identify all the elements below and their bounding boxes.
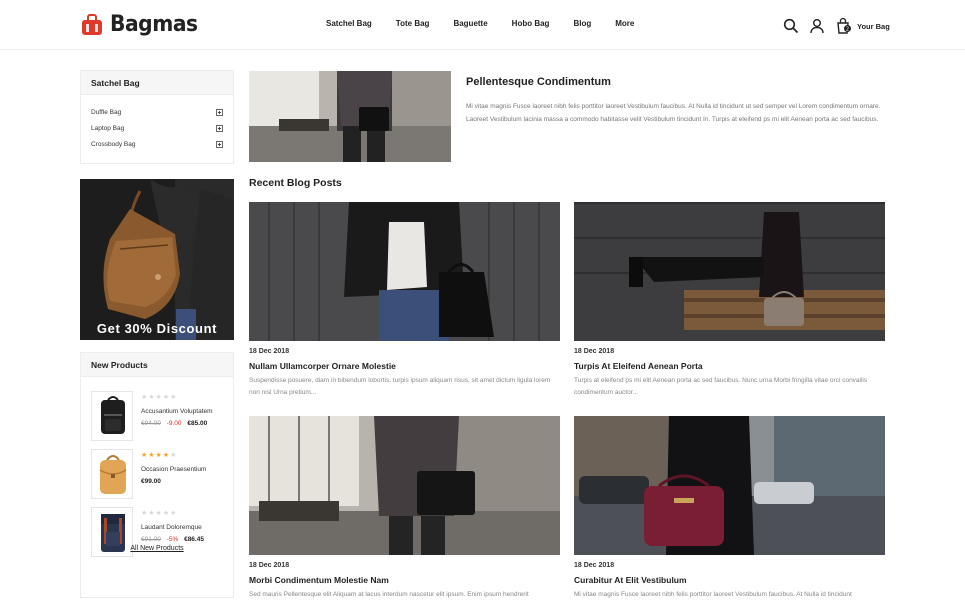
blog-post-image[interactable] xyxy=(249,416,560,555)
post-photo xyxy=(249,416,560,555)
blog-post-card: 18 Dec 2018 Morbi Condimentum Molestie N… xyxy=(249,416,560,600)
category-item-laptop-bag[interactable]: Laptop Bag xyxy=(81,121,233,137)
price-row: €99.00 xyxy=(141,478,225,485)
old-price: €91.00 xyxy=(141,536,161,543)
discount: -5% xyxy=(166,536,179,543)
price: €86.45 xyxy=(184,536,204,543)
featured-post-image[interactable] xyxy=(249,71,451,162)
blog-post-card: 18 Dec 2018 Turpis At Eleifend Aenean Po… xyxy=(574,202,885,399)
blog-post-image[interactable] xyxy=(574,202,885,341)
price: €99.00 xyxy=(141,478,161,485)
post-date: 18 Dec 2018 xyxy=(574,562,615,569)
nav-hobo-bag[interactable]: Hobo Bag xyxy=(512,19,550,28)
bag-logo-icon xyxy=(82,13,102,35)
product-item: ★★★★★ Occasion Praesentium €99.00 xyxy=(91,449,225,499)
nav-tote-bag[interactable]: Tote Bag xyxy=(396,19,430,28)
category-item-crossbody-bag[interactable]: Crossbody Bag xyxy=(81,137,233,153)
post-date: 18 Dec 2018 xyxy=(249,562,290,569)
rating-stars: ★★★★★ xyxy=(141,394,225,402)
nav-blog[interactable]: Blog xyxy=(573,19,591,28)
backpack-image xyxy=(101,396,125,434)
price: €85.00 xyxy=(187,420,208,427)
product-name[interactable]: Accusantium Voluptatem xyxy=(141,408,225,415)
nav-satchel-bag[interactable]: Satchel Bag xyxy=(326,19,372,28)
rating-stars: ★★★★★ xyxy=(141,452,225,460)
product-name[interactable]: Laudant Doloremque xyxy=(141,524,225,531)
expand-plus-icon[interactable] xyxy=(216,141,223,148)
cart-icon: 2 xyxy=(837,17,851,34)
post-title[interactable]: Curabitur At Elit Vestibulum xyxy=(574,575,885,585)
post-photo xyxy=(574,202,885,341)
post-title[interactable]: Nullam Ullamcorper Ornare Molestie xyxy=(249,361,560,371)
category-title: Satchel Bag xyxy=(81,71,233,95)
featured-photo xyxy=(249,71,451,162)
product-thumbnail[interactable] xyxy=(91,449,133,499)
new-products-title: New Products xyxy=(81,353,233,377)
category-label: Duffle Bag xyxy=(91,109,122,116)
site-header: Bagmas Satchel Bag Tote Bag Baguette Hob… xyxy=(0,0,965,50)
cart-label: Your Bag xyxy=(857,21,890,31)
star-icon: ★★★★★ xyxy=(141,394,178,401)
nav-more[interactable]: More xyxy=(615,19,634,28)
promo-text: Get 30% Discount xyxy=(96,321,218,336)
featured-post-text: Mi vitae magnis Fusce laoreet nibh felis… xyxy=(466,103,881,123)
category-panel: Satchel Bag Duffle Bag Laptop Bag Crossb… xyxy=(80,70,234,164)
category-label: Crossbody Bag xyxy=(91,141,136,148)
category-item-duffle-bag[interactable]: Duffle Bag xyxy=(81,105,233,121)
brand-name: Bagmas xyxy=(110,12,198,37)
new-products-panel: New Products ★★★★★ Accusantium Voluptate… xyxy=(80,352,234,598)
cart-button[interactable]: 2 Your Bag xyxy=(835,17,890,35)
user-icon[interactable] xyxy=(809,18,825,34)
recent-posts-title: Recent Blog Posts xyxy=(249,177,342,189)
category-label: Laptop Bag xyxy=(91,125,125,132)
logo[interactable]: Bagmas xyxy=(80,12,205,37)
star-icon: ★★★★★ xyxy=(141,510,178,517)
promo-bag-image xyxy=(80,179,234,340)
star-icon: ★ xyxy=(170,452,178,459)
blog-post-image[interactable] xyxy=(574,416,885,555)
post-date: 18 Dec 2018 xyxy=(249,348,290,355)
star-icon: ★★★★ xyxy=(141,452,171,459)
expand-plus-icon[interactable] xyxy=(216,125,223,132)
price-row: €94.00 -9.00 €85.00 xyxy=(141,420,225,427)
post-title[interactable]: Turpis At Eleifend Aenean Porta xyxy=(574,361,885,371)
search-icon[interactable] xyxy=(783,18,799,34)
expand-plus-icon[interactable] xyxy=(216,109,223,116)
post-excerpt: Suspendisse posuere, diam in bibendum lo… xyxy=(249,377,551,396)
post-excerpt: Turpis at eleifend ps mi elit Aenean por… xyxy=(574,377,868,396)
post-date: 18 Dec 2018 xyxy=(574,348,615,355)
header-actions: 2 Your Bag xyxy=(783,17,890,35)
main-nav: Satchel Bag Tote Bag Baguette Hobo Bag B… xyxy=(326,19,658,28)
rating-stars: ★★★★★ xyxy=(141,510,225,518)
post-title[interactable]: Morbi Condimentum Molestie Nam xyxy=(249,575,560,585)
nav-baguette[interactable]: Baguette xyxy=(453,19,487,28)
product-name[interactable]: Occasion Praesentium xyxy=(141,466,225,473)
product-thumbnail[interactable] xyxy=(91,391,133,441)
post-excerpt: Mi vitae magnis Fusce laoreet nibh felis… xyxy=(574,591,852,598)
tan-backpack-image xyxy=(99,455,127,494)
cart-count: 2 xyxy=(846,26,849,32)
discount: -9.00 xyxy=(166,420,182,427)
post-excerpt: Sed mauris Pellentesque elit Aliquam at … xyxy=(249,591,529,598)
price-row: €91.00 -5% €86.45 xyxy=(141,536,225,543)
blog-post-image[interactable] xyxy=(249,202,560,341)
blog-post-card: 18 Dec 2018 Nullam Ullamcorper Ornare Mo… xyxy=(249,202,560,399)
blog-post-card: 18 Dec 2018 Curabitur At Elit Vestibulum… xyxy=(574,416,885,600)
post-photo xyxy=(574,416,885,555)
all-new-products-link[interactable]: All New Products xyxy=(81,545,233,552)
discount-banner[interactable]: Get 30% Discount xyxy=(80,179,234,340)
featured-post-title[interactable]: Pellentesque Condimentum xyxy=(466,76,611,88)
post-photo xyxy=(249,202,560,341)
product-item: ★★★★★ Accusantium Voluptatem €94.00 -9.0… xyxy=(91,391,225,441)
old-price: €94.00 xyxy=(141,420,161,427)
